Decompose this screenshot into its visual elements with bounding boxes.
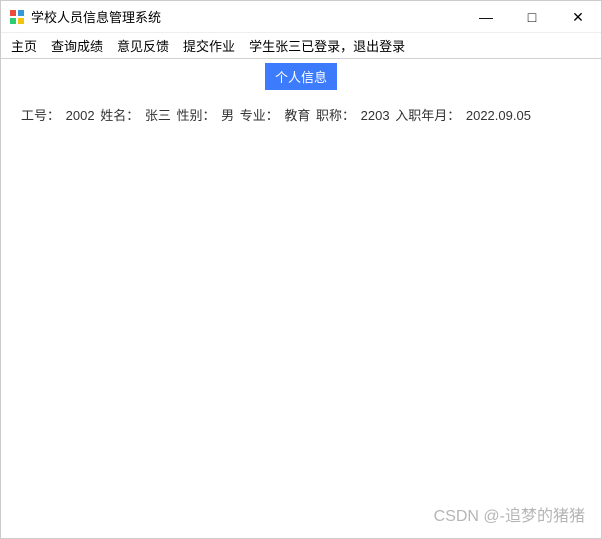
major-value: 教育: [284, 108, 310, 123]
id-value: 2002: [66, 108, 95, 123]
menu-query-scores[interactable]: 查询成绩: [51, 36, 103, 55]
menu-home[interactable]: 主页: [11, 36, 37, 55]
name-label: 姓名：: [100, 108, 139, 123]
info-line: 工号： 2002 姓名： 张三 性别： 男 专业： 教育 职称： 2203 入职…: [21, 105, 581, 124]
menubar: 主页 查询成绩 意见反馈 提交作业 学生张三已登录，退出登录: [1, 33, 601, 59]
content-area: 个人信息 工号： 2002 姓名： 张三 性别： 男 专业： 教育 职称： 22…: [1, 59, 601, 538]
title-label: 职称：: [316, 108, 355, 123]
name-value: 张三: [145, 108, 171, 123]
title-value: 2203: [361, 108, 390, 123]
menu-feedback[interactable]: 意见反馈: [117, 36, 169, 55]
join-label: 入职年月：: [395, 108, 460, 123]
join-value: 2022.09.05: [466, 108, 531, 123]
id-label: 工号：: [21, 108, 60, 123]
watermark: CSDN @-追梦的猪猪: [434, 502, 585, 526]
window-controls: — □ ✕: [463, 1, 601, 32]
login-status-logout[interactable]: 学生张三已登录，退出登录: [249, 36, 405, 55]
maximize-button[interactable]: □: [509, 1, 555, 33]
app-icon: [9, 9, 25, 25]
major-label: 专业：: [240, 108, 279, 123]
titlebar: 学校人员信息管理系统 — □ ✕: [1, 1, 601, 33]
menu-submit-homework[interactable]: 提交作业: [183, 36, 235, 55]
personal-info-button[interactable]: 个人信息: [265, 63, 337, 90]
gender-label: 性别：: [176, 108, 215, 123]
window-title: 学校人员信息管理系统: [31, 7, 161, 26]
minimize-button[interactable]: —: [463, 1, 509, 33]
app-window: 学校人员信息管理系统 — □ ✕ 主页 查询成绩 意见反馈 提交作业 学生张三已…: [0, 0, 602, 539]
close-button[interactable]: ✕: [555, 1, 601, 33]
gender-value: 男: [221, 108, 234, 123]
